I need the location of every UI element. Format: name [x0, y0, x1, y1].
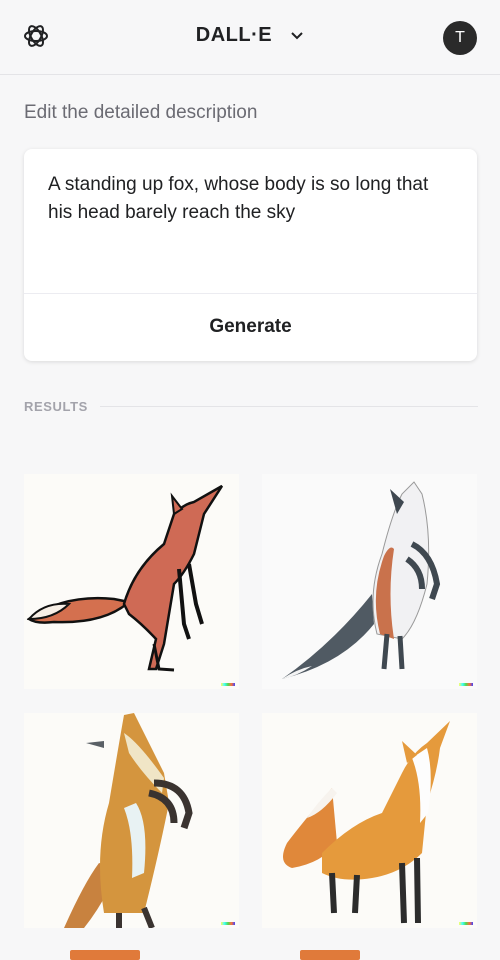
avatar[interactable]: T [443, 21, 477, 55]
next-row-image-peek [70, 950, 140, 960]
fox-illustration [64, 713, 193, 928]
result-image-1[interactable] [24, 474, 239, 689]
prompt-card: A standing up fox, whose body is so long… [24, 149, 477, 361]
result-image-3[interactable] [24, 713, 239, 928]
app-title: DALL·E [195, 24, 273, 46]
model-selector[interactable]: DALL·E [0, 24, 500, 47]
generate-button[interactable]: Generate [24, 294, 477, 361]
result-image-4[interactable] [262, 713, 477, 928]
fox-illustration [282, 481, 441, 679]
dalle-signature [221, 922, 235, 925]
edit-description-label: Edit the detailed description [24, 102, 258, 123]
dalle-signature [221, 683, 235, 686]
dalle-signature [459, 922, 473, 925]
result-image-2[interactable] [262, 474, 477, 689]
next-row-image-peek [300, 950, 360, 960]
results-label: RESULTS [24, 399, 88, 414]
results-divider [100, 406, 478, 407]
chevron-down-icon [291, 32, 303, 40]
fox-illustration [283, 721, 450, 924]
fox-illustration [26, 484, 224, 672]
top-bar: DALL·E T [0, 0, 500, 75]
dalle-signature [459, 683, 473, 686]
prompt-textarea[interactable]: A standing up fox, whose body is so long… [48, 171, 448, 227]
